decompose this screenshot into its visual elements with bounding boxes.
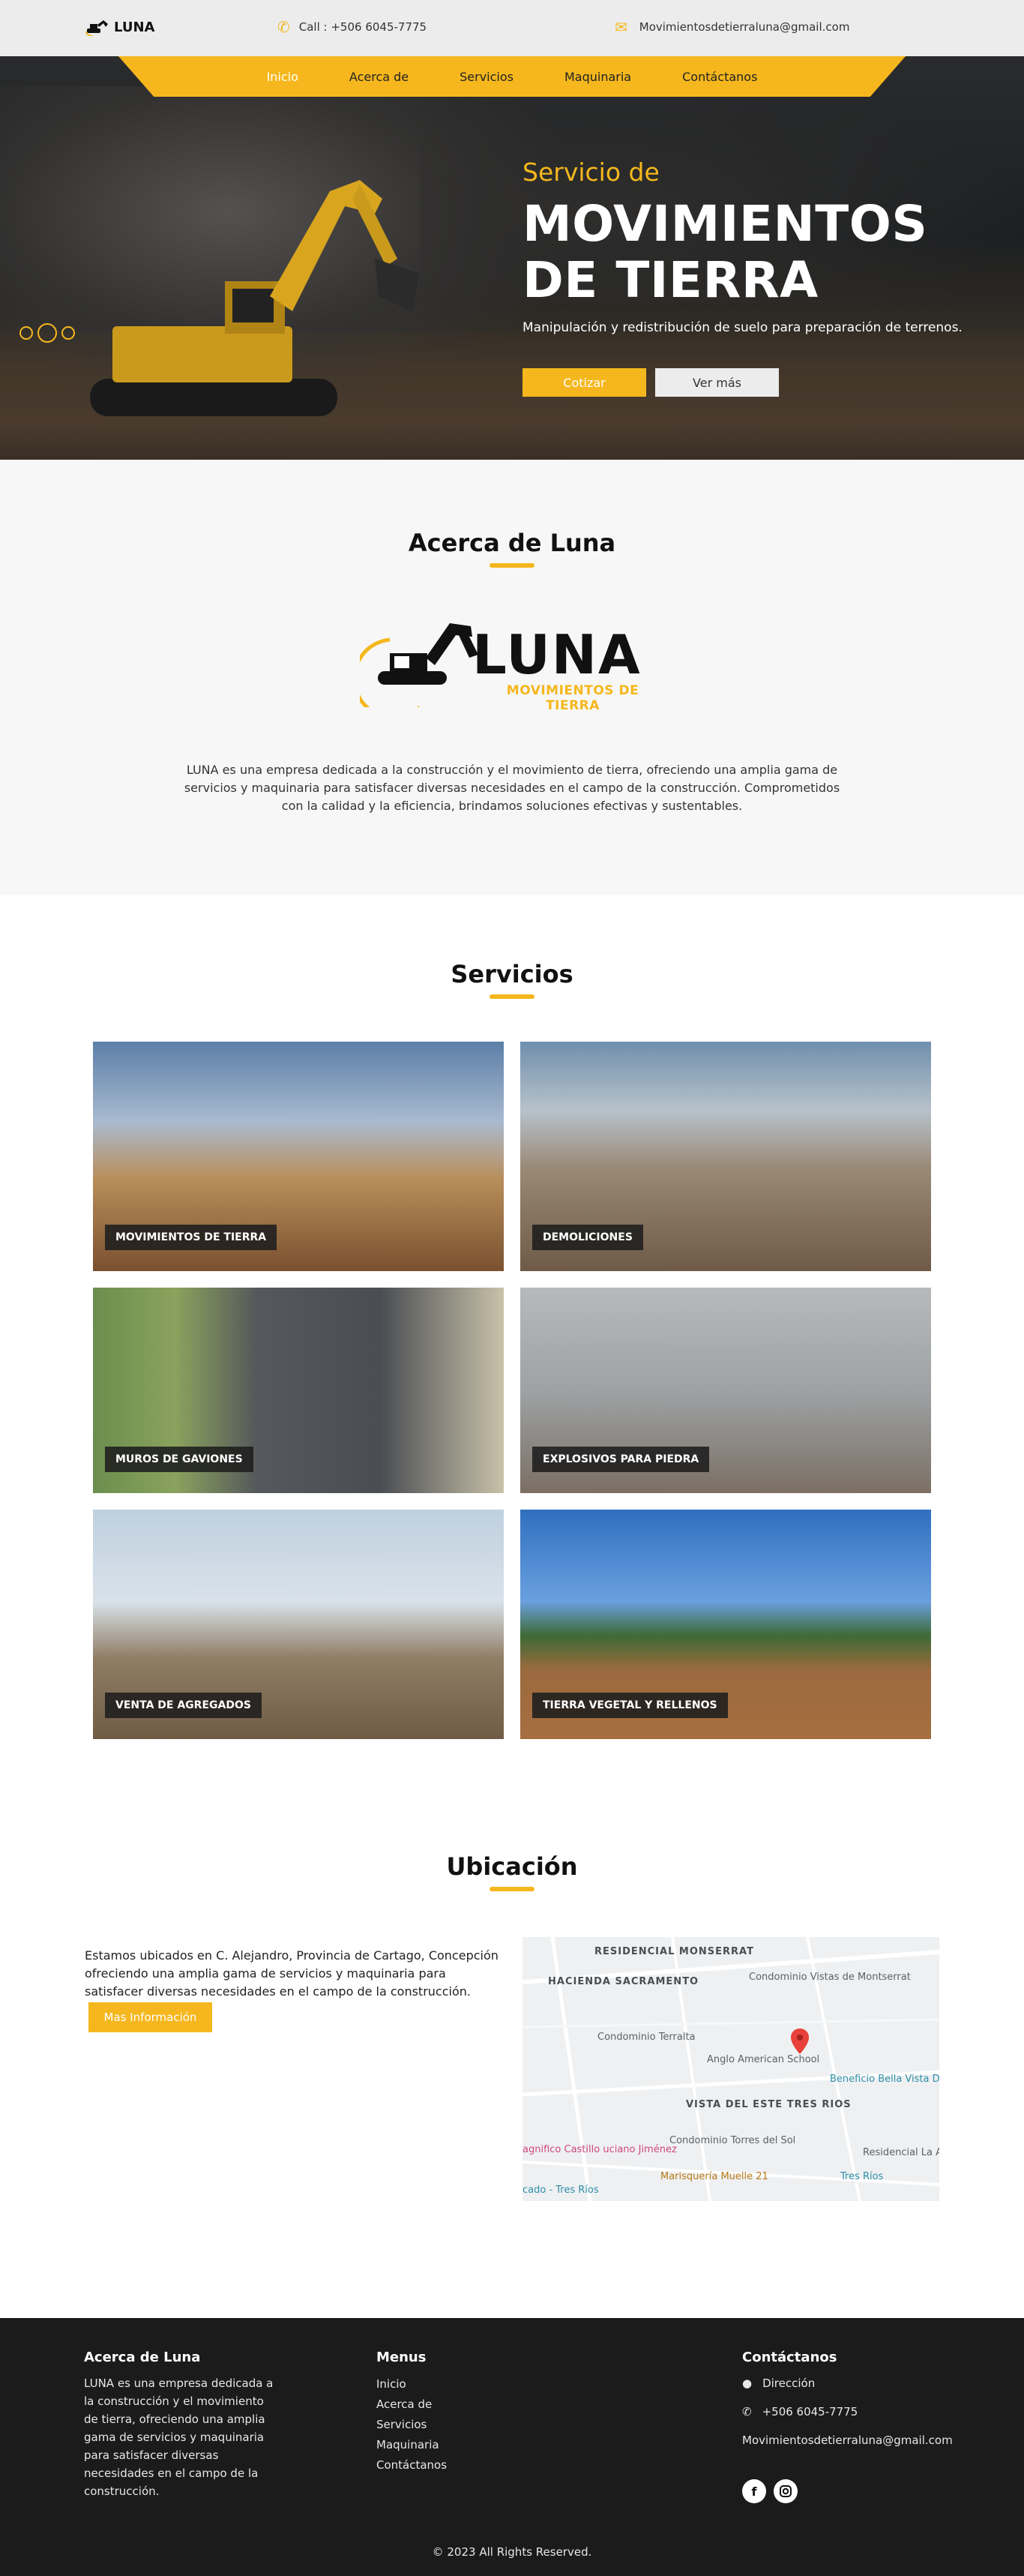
map-label-anglo: Anglo American School [707, 2054, 820, 2065]
call-text: Call : +506 6045-7775 [298, 20, 427, 34]
phone-icon: ✆ [742, 2405, 752, 2419]
logo-main-text: LUNA [472, 623, 642, 686]
slider-dot-3[interactable] [61, 326, 75, 340]
about-text: LUNA es una empresa dedicada a la constr… [184, 763, 840, 813]
services-title-underline [490, 994, 534, 999]
about-section: Acerca de Luna LUNA MOVIMIENTOS DE TIERR… [0, 460, 1024, 895]
service-label: TIERRA VEGETAL Y RELLENOS [532, 1693, 728, 1718]
service-card-movimientos[interactable]: MOVIMIENTOS DE TIERRA [93, 1042, 504, 1271]
service-label: VENTA DE AGREGADOS [105, 1693, 262, 1718]
brand-name: LUNA [114, 19, 155, 35]
footer-menus: Menus Inicio Acerca de Servicios Maquina… [376, 2350, 447, 2476]
services-title: Servicios [451, 960, 573, 988]
footer-menus-title: Menus [376, 2350, 427, 2365]
service-card-explosivos[interactable]: EXPLOSIVOS PARA PIEDRA [520, 1288, 931, 1493]
service-label: DEMOLICIONES [532, 1225, 643, 1250]
map-pin-icon[interactable] [791, 2029, 809, 2054]
slider-dots [19, 323, 75, 343]
location-title-underline [490, 1887, 534, 1891]
footer-about: Acerca de Luna LUNA es una empresa dedic… [84, 2350, 280, 2500]
location-map[interactable]: RESIDENCIAL MONSERRAT HACIENDA SACRAMENT… [522, 1937, 939, 2201]
footer-email-text: Movimientosdetierraluna@gmail.com [742, 2434, 953, 2447]
hero-title-line2: DE TIERRA [522, 251, 819, 309]
slider-dot-1[interactable] [19, 326, 33, 340]
luna-logo: LUNA MOVIMIENTOS DE TIERRA [360, 610, 667, 713]
luna-excavator-icon [360, 623, 478, 707]
map-label-castillo: agnifico Castillo uciano Jiménez [522, 2144, 677, 2155]
location-section: Ubicación Estamos ubicados en C. Alejand… [0, 1788, 1024, 2318]
hero-title-line1: MOVIMIENTOS [522, 195, 928, 253]
email-text: Movimientosdetierraluna@gmail.com [639, 20, 850, 34]
footer-link-servicios[interactable]: Servicios [376, 2415, 447, 2435]
footer-address-text: Dirección [762, 2377, 816, 2390]
footer-about-title: Acerca de Luna [84, 2350, 201, 2365]
footer-contact: Contáctanos ● Dirección ✆ +506 6045-7775… [742, 2350, 953, 2503]
more-info-button[interactable]: Mas Información [88, 2002, 212, 2032]
hero-buttons: Cotizar Ver más [522, 368, 987, 397]
about-title-underline [490, 563, 534, 568]
map-label-cado: cado - Tres Ríos [522, 2185, 599, 2196]
top-email[interactable]: ✉ Movimientosdetierraluna@gmail.com [615, 19, 849, 34]
location-text: Estamos ubicados en C. Alejandro, Provin… [85, 1948, 499, 1999]
instagram-icon[interactable] [774, 2479, 798, 2503]
service-card-agregados[interactable]: VENTA DE AGREGADOS [93, 1510, 504, 1739]
phone-icon: ✆ [277, 18, 290, 36]
facebook-icon[interactable]: f [742, 2479, 766, 2503]
logo-sub-text: MOVIMIENTOS DE TIERRA [506, 683, 639, 713]
top-call[interactable]: ✆ Call : +506 6045-7775 [277, 19, 427, 34]
map-label-monserrat: RESIDENCIAL MONSERRAT [594, 1946, 754, 1957]
location-pin-icon: ● [742, 2377, 753, 2390]
hero-description: Manipulación y redistribución de suelo p… [522, 320, 963, 335]
footer-link-inicio[interactable]: Inicio [376, 2374, 447, 2395]
location-title: Ubicación [446, 1852, 578, 1881]
map-label-terralta: Condominio Terralta [597, 2032, 696, 2043]
service-label: MOVIMIENTOS DE TIERRA [105, 1225, 277, 1250]
nav-maquinaria[interactable]: Maquinaria [564, 70, 631, 84]
map-label-vistas: Condominio Vistas de Montserrat [749, 1972, 911, 1983]
hero-subtitle: Servicio de [522, 157, 660, 187]
footer-email[interactable]: Movimientosdetierraluna@gmail.com [742, 2431, 953, 2449]
quote-button[interactable]: Cotizar [522, 368, 646, 397]
about-title: Acerca de Luna [408, 529, 616, 557]
map-label-residencial-la: Residencial La A [863, 2147, 939, 2158]
service-card-tierra-vegetal[interactable]: TIERRA VEGETAL Y RELLENOS [520, 1510, 931, 1739]
service-label: EXPLOSIVOS PARA PIEDRA [532, 1447, 710, 1472]
services-section: Servicios MOVIMIENTOS DE TIERRA DEMOLICI… [0, 895, 1024, 1788]
nav-servicios[interactable]: Servicios [460, 70, 513, 84]
hero-slider: Inicio Acerca de Servicios Maquinaria Co… [0, 56, 1024, 460]
envelope-icon: ✉ [615, 18, 627, 36]
map-label-tres-rios: Tres Ríos [840, 2171, 884, 2182]
social-links: f [742, 2479, 953, 2503]
service-card-gaviones[interactable]: MUROS DE GAVIONES [93, 1288, 504, 1493]
slider-dot-2[interactable] [37, 323, 57, 343]
see-more-button[interactable]: Ver más [655, 368, 779, 397]
nav-contactanos[interactable]: Contáctanos [682, 70, 757, 84]
nav-inicio[interactable]: Inicio [267, 70, 298, 84]
map-label-vista-este: VISTA DEL ESTE TRES RIOS [686, 2099, 852, 2110]
service-label: MUROS DE GAVIONES [105, 1447, 253, 1472]
brand-logo[interactable]: LUNA [85, 18, 154, 36]
footer-address: ● Dirección [742, 2374, 953, 2392]
footer-phone[interactable]: ✆ +506 6045-7775 [742, 2403, 953, 2421]
map-label-sacramento: HACIENDA SACRAMENTO [548, 1976, 699, 1987]
footer-link-contactanos[interactable]: Contáctanos [376, 2455, 447, 2476]
hero-content: Servicio de MOVIMIENTOS DE TIERRA Manipu… [522, 157, 987, 397]
service-card-demoliciones[interactable]: DEMOLICIONES [520, 1042, 931, 1271]
footer-link-acerca[interactable]: Acerca de [376, 2395, 447, 2415]
footer-phone-text: +506 6045-7775 [762, 2405, 858, 2419]
excavator-logo-icon [85, 20, 108, 36]
top-bar: LUNA ✆ Call : +506 6045-7775 ✉ Movimient… [0, 0, 1024, 56]
map-label-marisqueria: Marisquería Muelle 21 [660, 2171, 768, 2182]
footer: Acerca de Luna LUNA es una empresa dedic… [0, 2318, 1024, 2576]
nav-acerca[interactable]: Acerca de [349, 70, 409, 84]
map-label-torres: Condominio Torres del Sol [669, 2135, 796, 2146]
hero-title: MOVIMIENTOS DE TIERRA [522, 196, 987, 308]
footer-link-maquinaria[interactable]: Maquinaria [376, 2435, 447, 2455]
copyright: © 2023 All Rights Reserved. [432, 2545, 592, 2559]
footer-contact-title: Contáctanos [742, 2350, 837, 2365]
main-nav: Inicio Acerca de Servicios Maquinaria Co… [118, 56, 906, 97]
hero-excavator-image [90, 180, 420, 416]
map-label-bella: Beneficio Bella Vista Dulce Nombre [830, 2074, 939, 2085]
footer-about-text: LUNA es una empresa dedicada a la constr… [84, 2377, 274, 2498]
